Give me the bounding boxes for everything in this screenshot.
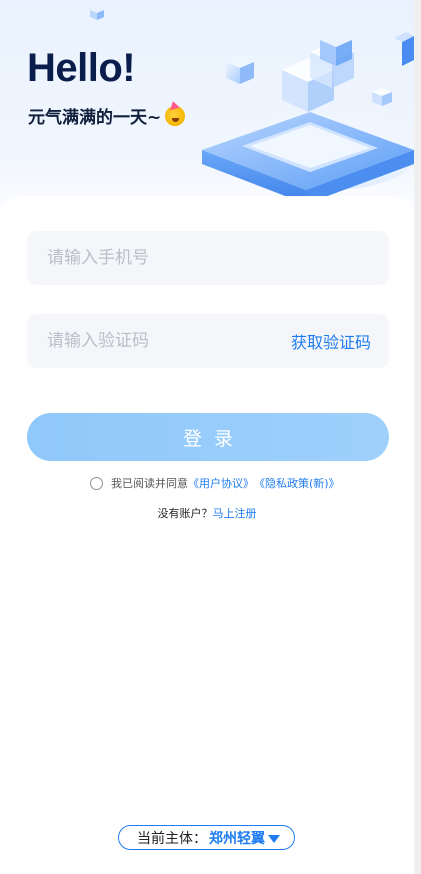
entity-selector[interactable]: 当前主体： 郑州轻翼 [118,825,295,850]
register-row: 没有账户？马上注册 [0,505,414,521]
verification-code-input[interactable] [45,330,291,352]
login-card [0,196,414,874]
caret-down-icon [268,834,280,843]
login-page: Hello! 元气满满的一天~ 请输入手机号 请输入验证码 获取验证码 登录 我… [0,0,414,874]
hero-banner: Hello! 元气满满的一天~ [0,0,414,220]
greeting-subtitle: 元气满满的一天~ [28,103,186,128]
phone-field[interactable] [27,231,389,285]
greeting-text: 元气满满的一天~ [28,108,162,128]
get-code-button[interactable]: 获取验证码 [291,329,371,353]
user-agreement-link[interactable]: 《用户协议》 [188,475,254,491]
login-button[interactable]: 登录 [27,413,389,461]
radio-icon[interactable] [90,476,103,490]
entity-name: 郑州轻翼 [209,830,265,847]
agreement-row: 我已阅读并同意 《用户协议》 《隐私政策(新)》 [90,475,340,491]
register-link[interactable]: 马上注册 [213,507,257,520]
cube-illustration [202,32,414,204]
agreement-prefix: 我已阅读并同意 [111,477,188,490]
code-field[interactable]: 获取验证码 [27,314,389,368]
scroll-edge [414,0,421,874]
party-emoji-icon [165,105,186,126]
entity-label: 当前主体： [137,830,207,847]
hello-title: Hello! [27,46,136,90]
register-prompt: 没有账户？ [157,507,213,520]
phone-input[interactable] [45,247,371,269]
small-cube-icon [90,7,104,20]
privacy-policy-link[interactable]: 《隐私政策(新)》 [254,475,340,491]
